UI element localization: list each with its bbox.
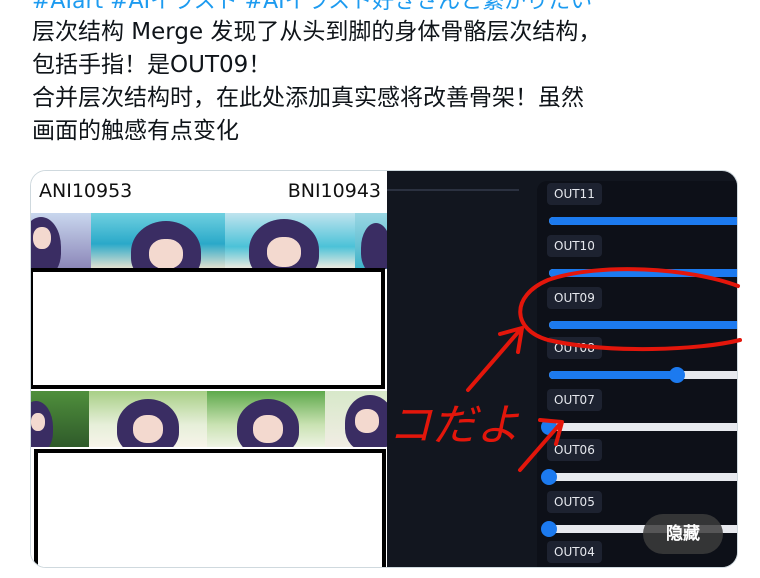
slider-track[interactable] [549,423,737,431]
generated-thumbnail [31,391,89,447]
comparison-grid: ANI10953 BNI10943 [31,171,387,567]
slider-knob[interactable] [669,367,685,383]
slider-out10[interactable]: OUT10 [547,235,737,285]
slider-fill [549,217,737,225]
slider-label: OUT06 [547,439,602,461]
tweet-text-line: 画面的触感有点变化 [32,118,239,144]
slider-fill [549,321,737,329]
slider-track[interactable] [549,473,737,481]
slider-label: OUT04 [547,541,602,563]
slider-track[interactable] [549,269,737,277]
hide-media-button[interactable]: 隐藏 [643,514,723,554]
slider-out07[interactable]: OUT07 [541,389,737,439]
slider-label: OUT10 [547,235,602,257]
slider-panel: OUT11 OUT10 OUT09 OUT08 OUT07 OUT06 OUT0… [387,171,737,567]
tweet-text-line: 层次结构 Merge 发现了从头到脚的身体骨骼层次结构， [32,19,602,45]
generated-thumbnail [91,213,225,269]
redaction-box [31,268,385,389]
model-b-label: BNI10943 [287,180,381,202]
model-a-label: ANI10953 [39,180,133,202]
slider-out11[interactable]: OUT11 [547,183,737,233]
slider-fill [549,269,737,277]
slider-knob[interactable] [541,469,557,485]
grid-header: ANI10953 BNI10943 [31,171,387,213]
slider-label: OUT09 [547,287,602,309]
tweet-text-line: 包括手指！是OUT09！ [32,52,272,78]
redaction-box [34,449,386,567]
slider-label: OUT11 [547,183,602,205]
slider-label: OUT07 [547,389,602,411]
tweet-media[interactable]: ANI10953 BNI10943 OUT11 OUT10 OUT09 OUT0… [30,170,738,568]
slider-out08[interactable]: OUT08 [547,337,737,387]
slider-out09[interactable]: OUT09 [547,287,737,337]
generated-thumbnail [89,391,207,447]
image-row [31,391,387,447]
slider-out06[interactable]: OUT06 [541,439,737,489]
slider-track[interactable] [549,321,737,329]
slider-label: OUT05 [547,491,602,513]
generated-thumbnail [355,213,387,269]
tweet-text-line: 合并层次结构时，在此处添加真实感将改善骨架！虽然 [32,85,584,111]
image-row [31,213,387,269]
slider-fill [549,371,677,379]
slider-label: OUT08 [547,337,602,359]
slider-knob[interactable] [541,521,557,537]
generated-thumbnail [31,213,91,269]
generated-thumbnail [325,391,387,447]
slider-knob[interactable] [541,419,557,435]
slider-track[interactable] [549,217,737,225]
slider-track[interactable] [549,371,737,379]
generated-thumbnail [207,391,325,447]
hashtag-line[interactable]: #AIart #AIイラスト #AIイラスト好きさんと繋がりたい [32,0,752,16]
tweet-text: 层次结构 Merge 发现了从头到脚的身体骨骼层次结构， 包括手指！是OUT09… [32,16,752,148]
panel-divider [387,189,519,191]
generated-thumbnail [225,213,355,269]
